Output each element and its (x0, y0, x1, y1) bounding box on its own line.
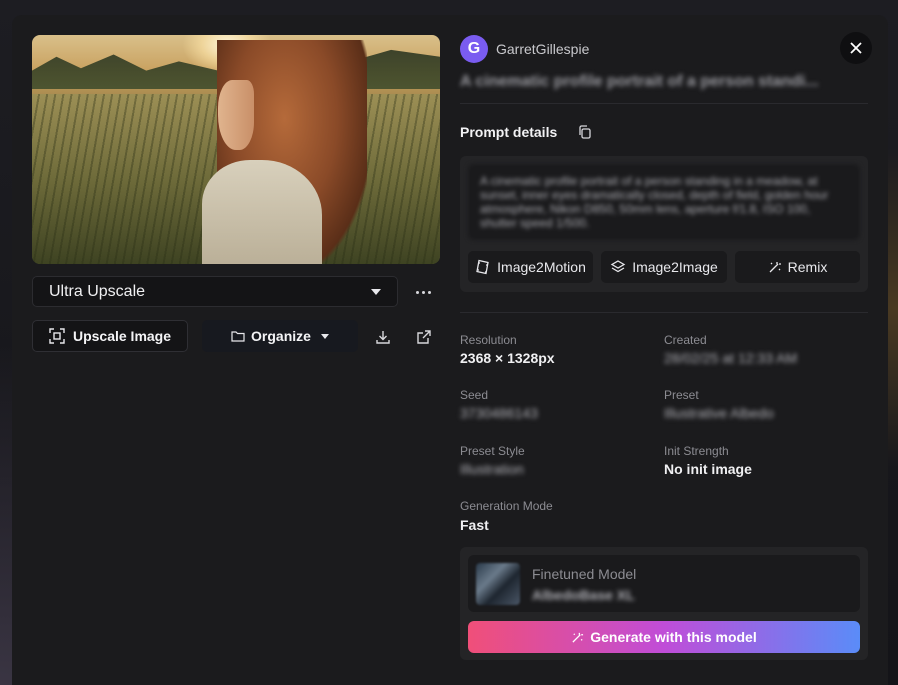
avatar[interactable]: G (460, 35, 488, 63)
organize-label: Organize (251, 328, 311, 344)
generation-mode-value: Fast (460, 517, 489, 533)
resolution-label: Resolution (460, 333, 517, 347)
prompt-text: A cinematic profile portrait of a person… (468, 164, 860, 240)
preset-value: Illustrative Albedo (664, 405, 774, 421)
remix-label: Remix (787, 259, 828, 275)
init-strength-value: No init image (664, 461, 752, 477)
image2motion-button[interactable]: Image2Motion (468, 251, 593, 283)
generation-mode-label: Generation Mode (460, 499, 553, 513)
film-icon (476, 259, 489, 275)
generate-with-model-label: Generate with this model (590, 629, 757, 645)
prompt-details-heading: Prompt details (460, 124, 558, 140)
finetuned-model-name: AlbedoBase XL (532, 587, 635, 603)
more-options-icon[interactable] (412, 283, 434, 301)
generate-with-model-button[interactable]: Generate with this model (468, 621, 860, 653)
resolution-value: 2368 × 1328px (460, 350, 555, 366)
magic-wand-icon (572, 632, 584, 643)
upscale-mode-select[interactable]: Ultra Upscale (32, 276, 398, 307)
image-title: A cinematic profile portrait of a person… (460, 73, 819, 90)
chevron-down-icon (320, 333, 329, 339)
image2motion-label: Image2Motion (497, 259, 586, 275)
copy-icon[interactable] (577, 124, 593, 140)
finetuned-model-label: Finetuned Model (532, 566, 637, 582)
image2image-label: Image2Image (632, 259, 718, 275)
magic-wand-icon (769, 262, 781, 273)
upscale-image-label: Upscale Image (72, 328, 172, 344)
created-label: Created (664, 333, 707, 347)
preset-style-value: Illustration (460, 461, 524, 477)
chevron-down-icon (371, 288, 381, 295)
finetuned-model-row[interactable]: Finetuned Model AlbedoBase XL (468, 555, 860, 612)
prompt-card: A cinematic profile portrait of a person… (460, 156, 868, 292)
folder-icon (231, 331, 245, 342)
upscale-icon (49, 328, 65, 344)
seed-label: Seed (460, 388, 489, 402)
finetuned-model-card: Finetuned Model AlbedoBase XL Generate w… (460, 547, 868, 660)
divider (460, 103, 868, 104)
preset-label: Preset (664, 388, 699, 402)
close-button[interactable] (840, 32, 872, 64)
created-value: 28/02/25 at 12:33 AM (664, 350, 798, 366)
image2image-button[interactable]: Image2Image (601, 251, 727, 283)
download-icon[interactable] (374, 328, 392, 346)
image-details-modal: Ultra Upscale Upscale Image Organize G G… (12, 15, 888, 685)
upscale-mode-value: Ultra Upscale (49, 282, 146, 300)
close-icon (850, 42, 862, 54)
organize-button[interactable]: Organize (202, 320, 358, 352)
open-external-icon[interactable] (415, 328, 433, 346)
init-strength-label: Init Strength (664, 444, 729, 458)
generated-image[interactable] (32, 35, 440, 264)
divider (460, 312, 868, 313)
username[interactable]: GarretGillespie (496, 41, 589, 57)
preset-style-label: Preset Style (460, 444, 525, 458)
upscale-image-button[interactable]: Upscale Image (32, 320, 188, 352)
seed-value: 3730486143 (460, 405, 538, 421)
layers-icon (610, 260, 626, 273)
model-thumbnail (476, 563, 520, 605)
remix-button[interactable]: Remix (735, 251, 860, 283)
